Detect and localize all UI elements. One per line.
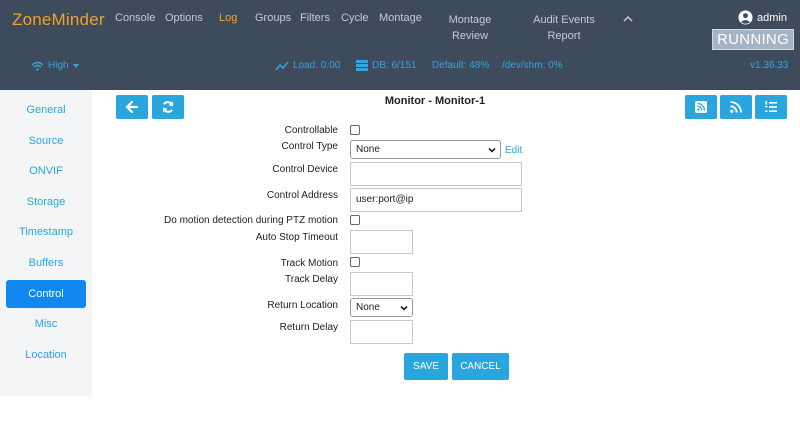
refresh-button[interactable] [152,95,184,119]
sidebar-item-location[interactable]: Location [6,341,86,369]
auto-stop-timeout-input[interactable] [350,230,413,254]
db-status: DB: 6/151 [356,60,416,71]
page-title: Monitor - Monitor-1 [384,95,486,107]
chevron-down-icon [488,147,496,153]
control-address-label: Control Address [266,190,338,201]
track-delay-label: Track Delay [285,274,338,285]
wifi-icon [31,61,44,71]
nav-options[interactable]: Options [165,12,203,24]
nav-montage-review-line2: Review [451,30,489,42]
nav-montage[interactable]: Montage [379,12,422,24]
edit-control-link[interactable]: Edit [505,145,522,156]
return-location-value: None [356,302,380,313]
sidebar-item-control[interactable]: Control [6,280,86,308]
nav-filters[interactable]: Filters [300,12,330,24]
sidebar-item-onvif[interactable]: ONVIF [6,157,86,185]
track-delay-input[interactable] [350,272,413,296]
user-circle-icon [738,10,753,25]
track-motion-label: Track Motion [280,258,338,269]
shm-text: /dev/shm: 0% [502,60,563,71]
database-icon [356,60,368,71]
rss-square-icon [695,101,707,113]
back-button[interactable] [116,95,148,119]
version-text: v1.36.33 [750,60,789,71]
user-name: admin [757,11,787,24]
user-menu[interactable]: admin [738,10,787,25]
sidebar-item-storage[interactable]: Storage [6,188,86,216]
nav-cycle[interactable]: Cycle [341,12,369,24]
bandwidth-menu[interactable]: High [31,60,79,71]
controllable-checkbox[interactable] [350,125,360,135]
nav-audit-line1: Audit Events [533,14,595,26]
top-navbar: ZoneMinder Console Options Log Groups Fi… [0,0,800,90]
storage-text: Default: 48% [432,60,490,71]
arrow-left-icon [125,100,139,114]
sidebar-item-misc[interactable]: Misc [6,310,86,338]
cancel-button[interactable]: CANCEL [452,353,509,380]
nav-montage-review-line1: Montage [448,14,492,26]
load-text: Load: 0.00 [293,60,341,71]
return-location-label: Return Location [267,300,338,311]
sidebar-item-timestamp[interactable]: Timestamp [6,218,86,246]
bandwidth-label: High [48,60,69,71]
nav-audit-line2: Report [547,30,581,42]
controllable-label: Controllable [284,125,338,136]
nav-montage-review[interactable]: Montage Review [445,12,495,44]
rss-feed-button[interactable] [685,95,717,119]
list-ol-icon [765,101,777,112]
zoneminder-app: ZoneMinder Console Options Log Groups Fi… [0,0,800,447]
run-state-button[interactable]: RUNNING [712,29,794,50]
chevron-down-icon [400,305,408,311]
nav-groups[interactable]: Groups [255,12,291,24]
chevron-up-icon[interactable] [623,14,633,24]
return-location-select[interactable]: None [350,298,413,317]
sidebar-item-general[interactable]: General [6,96,86,124]
sidebar-item-source[interactable]: Source [6,127,86,155]
save-button[interactable]: SAVE [404,353,448,380]
nav-console[interactable]: Console [115,12,155,24]
rss-icon [730,101,742,113]
caret-down-icon [72,63,79,68]
control-device-input[interactable] [350,162,522,186]
chart-line-icon [275,61,289,70]
sidebar-item-buffers[interactable]: Buffers [6,249,86,277]
return-delay-input[interactable] [350,320,413,344]
version-label[interactable]: v1.36.33 [750,60,788,71]
return-delay-label: Return Delay [279,322,338,333]
control-address-input[interactable]: user:port@ip [350,188,522,212]
rss-button[interactable] [720,95,752,119]
control-device-label: Control Device [272,164,338,175]
brand-logo[interactable]: ZoneMinder [12,10,105,30]
motion-during-ptz-label: Do motion detection during PTZ motion [164,215,338,226]
shm-status: /dev/shm: 0% [502,60,563,71]
nav-audit-events-report[interactable]: Audit Events Report [533,12,595,44]
control-type-value: None [356,144,380,155]
storage-status: Default: 48% [432,60,489,71]
nav-log[interactable]: Log [219,12,237,24]
monitor-sidebar: General Source ONVIF Storage Timestamp B… [0,90,92,396]
control-type-select[interactable]: None [350,140,501,159]
load-status: Load: 0.00 [275,60,340,71]
ordered-list-button[interactable] [755,95,787,119]
track-motion-checkbox[interactable] [350,257,360,267]
auto-stop-timeout-label: Auto Stop Timeout [255,232,338,243]
control-type-label: Control Type [281,141,338,152]
motion-during-ptz-checkbox[interactable] [350,215,360,225]
db-text: DB: 6/151 [372,60,417,71]
refresh-icon [162,101,174,113]
